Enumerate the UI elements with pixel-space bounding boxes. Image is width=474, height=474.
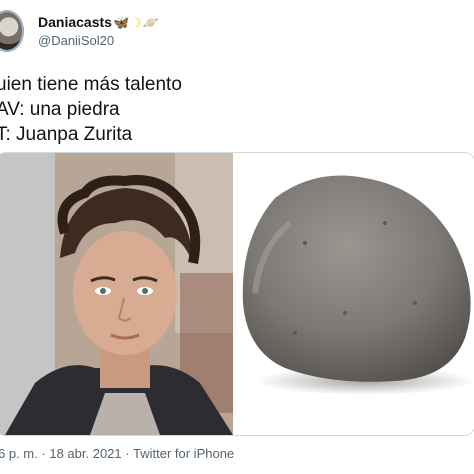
meta-separator: · [125, 446, 130, 461]
tweet-line: AV: una piedra [0, 99, 120, 120]
display-name-text: Daniacasts [38, 14, 112, 30]
media-grid [0, 152, 474, 436]
tweet-line: T: Juanpa Zurita [0, 124, 133, 145]
tweet-date[interactable]: 18 abr. 2021 [49, 446, 121, 461]
avatar[interactable] [0, 10, 24, 52]
display-name[interactable]: Daniacasts🦋☽🪐 [38, 14, 159, 31]
planet-icon: 🪐 [142, 16, 159, 31]
butterfly-icon: 🦋 [112, 16, 130, 31]
user-handle[interactable]: @DaniiSol20 [38, 33, 114, 48]
moon-icon: ☽ [130, 16, 142, 31]
tweet-meta: 6 p. m. · 18 abr. 2021 · Twitter for iPh… [0, 446, 234, 461]
tweet-card: Daniacasts🦋☽🪐 @DaniiSol20 uien tiene más… [0, 0, 474, 474]
tweet-source[interactable]: Twitter for iPhone [133, 446, 234, 461]
portrait-photo[interactable] [0, 153, 233, 435]
meta-separator: · [41, 446, 46, 461]
tweet-line: uien tiene más talento [0, 74, 182, 95]
stone-photo[interactable] [235, 153, 474, 435]
tweet-text: uien tiene más talento AV: una piedra T:… [0, 72, 182, 147]
tweet-time[interactable]: 6 p. m. [0, 446, 38, 461]
